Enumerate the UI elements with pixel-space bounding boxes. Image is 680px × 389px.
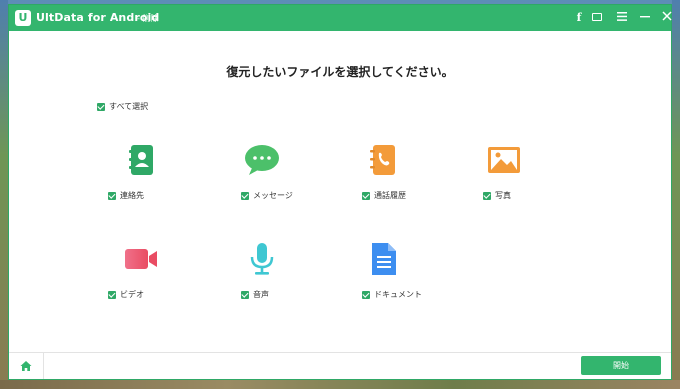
microphone-icon	[244, 241, 280, 277]
desktop-background-right	[672, 0, 680, 389]
footer-bar: 開始	[9, 352, 671, 379]
home-icon	[20, 361, 32, 371]
category-label: ビデオ	[120, 290, 144, 299]
category-call-log[interactable]: 通話履歴	[338, 142, 428, 212]
checkbox-checked-icon[interactable]	[362, 290, 370, 299]
desktop-background-left	[0, 0, 8, 389]
category-documents[interactable]: ドキュメント	[338, 241, 428, 311]
home-button[interactable]	[9, 353, 44, 379]
category-photos[interactable]: 写真	[459, 142, 549, 212]
category-label: メッセージ	[253, 191, 293, 200]
select-all-checkbox[interactable]: すべて選択	[97, 101, 148, 112]
title-bar[interactable]: U UltData for Android - 削除 f	[9, 5, 672, 31]
category-audio[interactable]: 音声	[217, 241, 307, 311]
checkbox-checked-icon	[97, 102, 105, 111]
desktop-background-bottom	[0, 380, 680, 389]
video-icon	[123, 241, 159, 277]
checkbox-checked-icon[interactable]	[483, 191, 491, 200]
app-mode-label: - 削除	[137, 14, 159, 23]
category-messages[interactable]: メッセージ	[217, 142, 307, 212]
checkbox-checked-icon[interactable]	[241, 290, 249, 299]
photo-icon	[486, 142, 522, 178]
minimize-icon[interactable]	[636, 9, 654, 27]
category-label: ドキュメント	[374, 290, 422, 299]
checkbox-checked-icon[interactable]	[108, 191, 116, 200]
feedback-icon[interactable]	[592, 13, 602, 21]
category-contacts[interactable]: 連絡先	[96, 142, 186, 212]
facebook-icon[interactable]: f	[570, 9, 588, 27]
app-window: U UltData for Android - 削除 f 復元したいファイルを選…	[8, 4, 672, 380]
category-label: 音声	[253, 290, 269, 299]
menu-icon[interactable]	[613, 9, 631, 27]
category-label: 通話履歴	[374, 191, 406, 200]
category-label: 連絡先	[120, 191, 144, 200]
checkbox-checked-icon[interactable]	[108, 290, 116, 299]
checkbox-checked-icon[interactable]	[362, 191, 370, 200]
select-all-label: すべて選択	[109, 102, 149, 111]
checkbox-checked-icon[interactable]	[241, 191, 249, 200]
category-label: 写真	[495, 191, 511, 200]
contacts-icon	[123, 142, 159, 178]
message-icon	[244, 142, 280, 178]
call-log-icon	[365, 142, 401, 178]
page-heading: 復元したいファイルを選択してください。	[226, 65, 454, 79]
start-button[interactable]: 開始	[581, 356, 661, 375]
document-icon	[365, 241, 401, 277]
app-logo-icon: U	[15, 10, 31, 26]
category-videos[interactable]: ビデオ	[96, 241, 186, 311]
close-icon[interactable]	[658, 9, 676, 27]
